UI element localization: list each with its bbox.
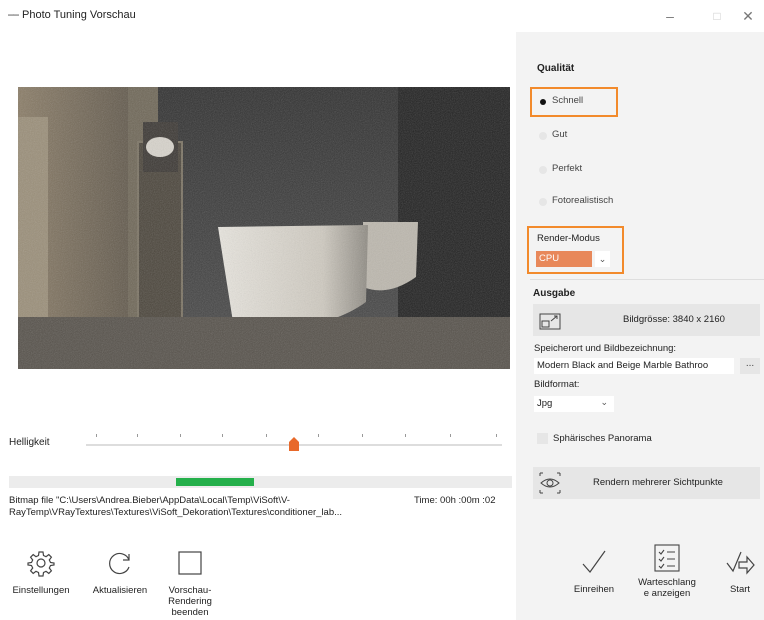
settings-button[interactable]: Einstellungen	[4, 549, 78, 596]
multi-view-label: Rendern mehrerer Sichtpunkte	[593, 477, 723, 488]
location-label: Speicherort und Bildbezeichnung:	[534, 343, 677, 354]
preview-area: Helligkeit Bitmap file "C:\Users\Andrea.…	[0, 32, 516, 620]
enqueue-button[interactable]: Einreihen	[566, 548, 622, 595]
refresh-button[interactable]: Aktualisieren	[84, 549, 156, 596]
minimize-button[interactable]: –	[655, 6, 685, 26]
stop-preview-button[interactable]: Vorschau- Rendering beenden	[155, 549, 225, 618]
render-mode-value: CPU	[536, 251, 592, 267]
slider-tick	[405, 434, 406, 437]
elapsed-time: Time: 00h :00m :02	[414, 495, 496, 506]
checklist-icon	[654, 544, 680, 572]
show-queue-label: Warteschlang e anzeigen	[638, 577, 696, 599]
app-icon: ▬▬	[8, 12, 19, 18]
panorama-label: Sphärisches Panorama	[553, 433, 652, 444]
image-resize-icon	[539, 313, 561, 330]
browse-button[interactable]: ...	[740, 358, 760, 374]
chevron-down-icon: ⌄	[600, 397, 608, 407]
slider-tick	[96, 434, 97, 437]
render-progress-bar	[9, 476, 512, 488]
format-value: Jpg	[537, 398, 553, 409]
location-input[interactable]: Modern Black and Beige Marble Bathroo	[534, 358, 734, 374]
settings-label: Einstellungen	[12, 585, 70, 596]
render-preview-image	[18, 87, 510, 369]
window-title: Photo Tuning Vorschau	[22, 9, 136, 21]
multi-view-icon	[539, 472, 561, 494]
maximize-button[interactable]: □	[702, 6, 732, 26]
gear-icon	[27, 551, 55, 577]
stop-icon	[178, 551, 202, 575]
slider-tick	[450, 434, 451, 437]
render-mode-label: Render-Modus	[537, 233, 600, 244]
slider-tick	[362, 434, 363, 437]
slider-tick	[496, 434, 497, 437]
refresh-icon	[109, 552, 130, 575]
radio-label: Gut	[552, 129, 568, 140]
radio-label: Fotorealistisch	[552, 195, 614, 206]
chevron-down-icon: ⌄	[595, 251, 610, 267]
enqueue-label: Einreihen	[573, 584, 615, 595]
show-queue-button[interactable]: Warteschlang e anzeigen	[630, 543, 704, 599]
divider	[530, 279, 764, 280]
slider-tick	[180, 434, 181, 437]
image-size-label: Bildgrösse: 3840 x 2160	[623, 314, 725, 325]
quality-option-gut[interactable]: Gut	[530, 122, 620, 150]
quality-option-perfekt[interactable]: Perfekt	[530, 156, 620, 184]
render-mode-select[interactable]: CPU ⌄	[536, 251, 610, 267]
start-icon	[726, 551, 755, 575]
image-size-button[interactable]: Bildgrösse: 3840 x 2160	[533, 304, 760, 336]
slider-tick	[266, 434, 267, 437]
title-bar: ▬▬ Photo Tuning Vorschau – □ ✕	[0, 0, 764, 32]
quality-highlight	[530, 87, 618, 117]
start-button[interactable]: Start	[720, 548, 760, 595]
format-select[interactable]: Jpg ⌄	[534, 396, 614, 412]
quality-option-fotorealistisch[interactable]: Fotorealistisch	[530, 188, 620, 216]
radio-icon	[539, 198, 547, 206]
radio-icon	[539, 132, 547, 140]
format-label: Bildformat:	[534, 379, 580, 390]
radio-label: Perfekt	[552, 163, 583, 174]
slider-tick	[318, 434, 319, 437]
brightness-slider-thumb[interactable]	[289, 437, 299, 451]
stop-preview-label: Vorschau- Rendering beenden	[168, 585, 212, 618]
checkmark-icon	[582, 550, 606, 573]
panorama-checkbox[interactable]	[537, 433, 548, 444]
quality-title: Qualität	[537, 63, 575, 74]
slider-tick	[137, 434, 138, 437]
close-button[interactable]: ✕	[733, 6, 763, 26]
status-message: Bitmap file "C:\Users\Andrea.Bieber\AppD…	[9, 495, 343, 518]
refresh-label: Aktualisieren	[92, 585, 148, 596]
render-progress-fill	[176, 478, 254, 486]
output-title: Ausgabe	[533, 288, 576, 299]
radio-icon	[539, 166, 547, 174]
start-label: Start	[729, 584, 751, 595]
multi-view-render-button[interactable]: Rendern mehrerer Sichtpunkte	[533, 467, 760, 499]
slider-tick	[222, 434, 223, 437]
brightness-label: Helligkeit	[9, 437, 50, 448]
